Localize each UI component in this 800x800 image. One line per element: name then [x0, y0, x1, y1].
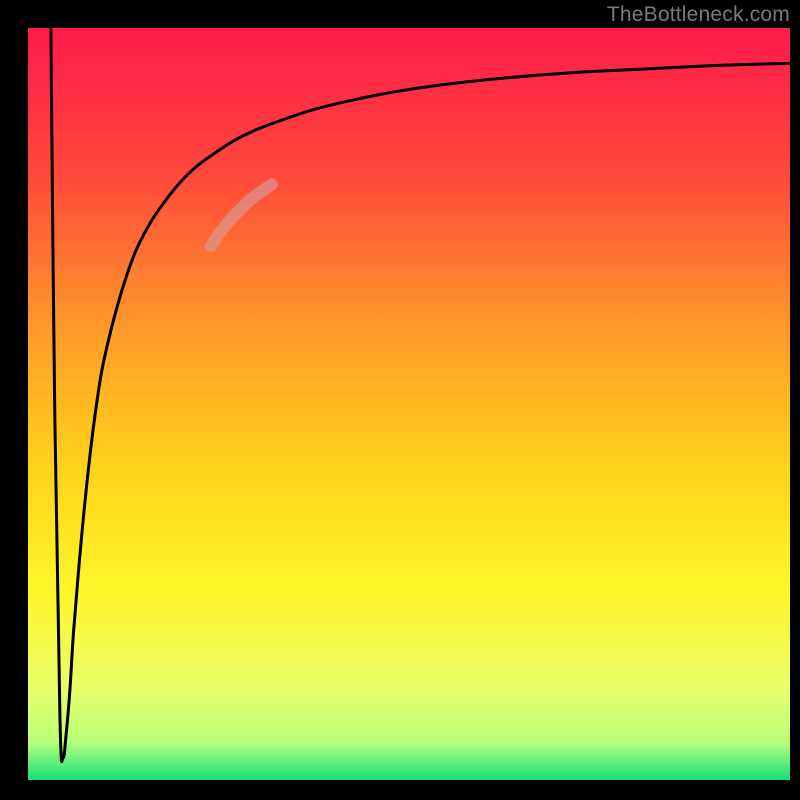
- chart-svg: [0, 0, 800, 800]
- bottleneck-chart: TheBottleneck.com: [0, 0, 800, 800]
- chart-background: [28, 28, 790, 780]
- watermark-text: TheBottleneck.com: [607, 3, 790, 27]
